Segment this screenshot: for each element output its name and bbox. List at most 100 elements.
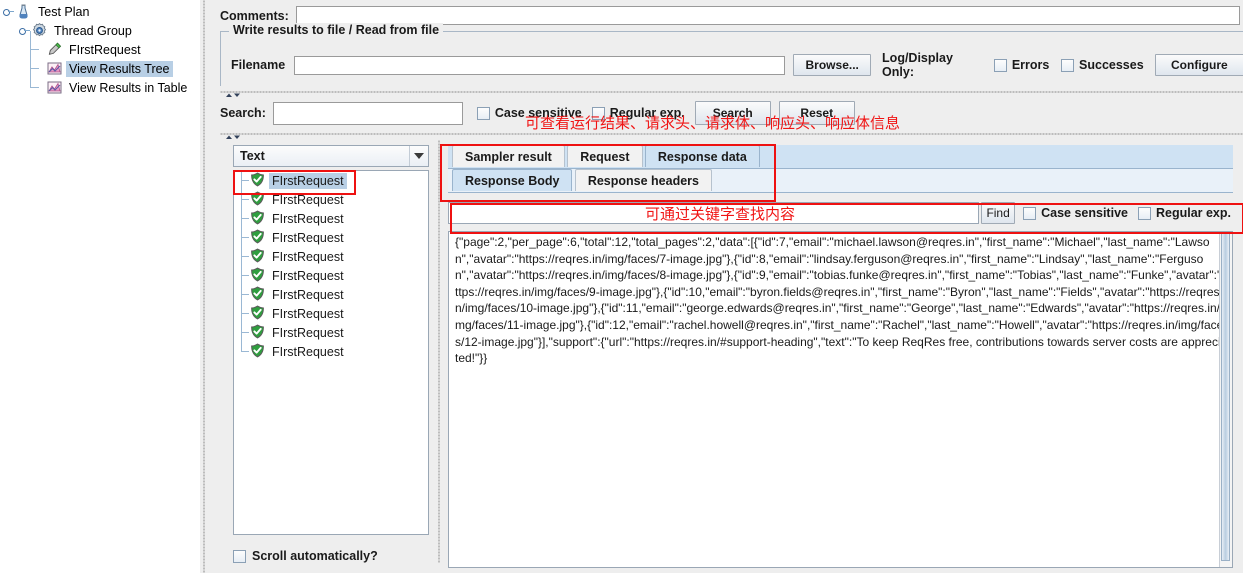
response-body-text: {"page":2,"per_page":6,"total":12,"total…: [455, 235, 1228, 366]
vertical-splitter[interactable]: [200, 0, 208, 573]
configure-button[interactable]: Configure: [1154, 54, 1243, 76]
tree-connector: [238, 333, 250, 361]
search-label: Search:: [220, 106, 266, 120]
search-row: Search: Case sensitive Regular exp. Sear…: [220, 99, 1243, 127]
result-list-item-label: FIrstRequest: [272, 230, 344, 245]
result-list-item[interactable]: FIrstRequest: [234, 276, 428, 304]
result-list-item-label: FIrstRequest: [272, 325, 344, 340]
search-case-sensitive-checkbox[interactable]: [476, 106, 490, 120]
filename-input[interactable]: [294, 55, 786, 75]
result-list-item[interactable]: FIrstRequest: [234, 257, 428, 285]
result-list-item[interactable]: FIrstRequest: [234, 219, 428, 247]
browse-button[interactable]: Browse...: [793, 54, 872, 76]
reset-button[interactable]: Reset: [778, 101, 855, 125]
success-shield-icon: [250, 210, 265, 227]
result-list-item[interactable]: FIrstRequest: [234, 181, 428, 209]
tree-connector: [238, 219, 250, 247]
tree-node-label: Test Plan: [38, 4, 90, 19]
comments-label: Comments:: [220, 8, 289, 23]
search-input[interactable]: [272, 101, 463, 125]
search-button[interactable]: Search: [694, 101, 771, 125]
tree-connector: [238, 314, 250, 342]
success-shield-icon: [250, 343, 265, 360]
find-case-sensitive-label: Case sensitive: [1041, 206, 1128, 220]
render-selector-combo[interactable]: Text: [233, 145, 429, 167]
response-scrollbar-thumb[interactable]: [1221, 233, 1230, 562]
result-list-item-label: FIrstRequest: [272, 211, 344, 226]
render-selector-value: Text: [240, 149, 265, 163]
search-regular-exp-checkbox[interactable]: [591, 106, 605, 120]
result-list-item[interactable]: FIrstRequest: [234, 295, 428, 323]
tree-node-test-plan[interactable]: Test Plan: [0, 2, 200, 21]
listener-chart-icon: [46, 79, 63, 96]
tree-connector: [238, 181, 250, 209]
test-plan-icon: [15, 3, 32, 20]
results-vertical-splitter[interactable]: [435, 140, 443, 563]
result-list-item-label: FIrstRequest: [272, 249, 344, 264]
scroll-automatically-row: Scroll automatically?: [233, 549, 378, 563]
tab-response-data[interactable]: Response data: [644, 145, 760, 167]
results-list-panel: Text FIrstRequest FIrstRequest FIrstReques…: [233, 145, 433, 568]
success-shield-icon: [250, 286, 265, 303]
result-list-item[interactable]: FIrstRequest: [234, 314, 428, 342]
write-results-legend: Write results to file / Read from file: [229, 23, 444, 37]
success-shield-icon: [250, 172, 265, 189]
results-list[interactable]: FIrstRequest FIrstRequest FIrstRequest FIrs…: [233, 170, 429, 535]
success-shield-icon: [250, 324, 265, 341]
find-input[interactable]: [448, 202, 980, 224]
result-list-item-label: FIrstRequest: [272, 306, 344, 321]
write-results-group: Write results to file / Read from file F…: [220, 23, 1243, 86]
find-regular-exp-checkbox[interactable]: [1137, 206, 1151, 220]
response-body-textarea[interactable]: {"page":2,"per_page":6,"total":12,"total…: [448, 231, 1233, 568]
tree-node-label: Thread Group: [54, 23, 132, 38]
response-main-tabs: Sampler result Request Response data: [448, 145, 1233, 169]
horizontal-splitter-search[interactable]: [220, 130, 1243, 139]
find-button[interactable]: Find: [981, 202, 1016, 224]
successes-label: Successes: [1079, 58, 1144, 72]
find-case-sensitive-checkbox[interactable]: [1023, 206, 1037, 220]
success-shield-icon: [250, 267, 265, 284]
tree-connector: [238, 295, 250, 323]
listener-chart-icon: [46, 60, 63, 77]
find-bar: Find Case sensitive Regular exp.: [448, 201, 1233, 225]
result-list-item-label: FIrstRequest: [272, 268, 344, 283]
errors-label: Errors: [1011, 58, 1050, 72]
tree-connector: [238, 171, 250, 190]
result-list-item-label: FIrstRequest: [269, 172, 347, 189]
result-list-item[interactable]: FIrstRequest: [234, 171, 428, 190]
scroll-automatically-checkbox[interactable]: [233, 549, 246, 563]
tab-response-body[interactable]: Response Body: [452, 169, 573, 191]
log-display-only-label: Log/Display Only:: [882, 51, 953, 79]
tree-connector: [238, 276, 250, 304]
result-list-item[interactable]: FIrstRequest: [234, 200, 428, 228]
tree-node-view-results-in-table[interactable]: View Results in Table: [0, 69, 200, 97]
tree-node-label: View Results in Table: [69, 80, 188, 95]
tab-sampler-result[interactable]: Sampler result: [452, 145, 565, 167]
result-list-item[interactable]: FIrstRequest: [234, 333, 428, 361]
result-list-item[interactable]: FIrstRequest: [234, 238, 428, 266]
response-viewer-panel: Sampler result Request Response data Res…: [448, 145, 1233, 568]
result-list-item-label: FIrstRequest: [272, 344, 344, 359]
tree-node-label: View Results Tree: [66, 60, 173, 77]
result-list-item-label: FIrstRequest: [272, 192, 344, 207]
tree-expand-handle[interactable]: [2, 5, 15, 18]
top-config-section: Comments: Write results to file / Read f…: [220, 0, 1243, 92]
listener-config-panel: Comments: Write results to file / Read f…: [208, 0, 1243, 573]
result-list-item-label: FIrstRequest: [272, 287, 344, 302]
filename-label: Filename: [231, 58, 286, 72]
successes-checkbox[interactable]: [1061, 58, 1075, 72]
test-plan-tree: Test Plan Thread Group FIrstRequest View…: [0, 0, 200, 573]
thread-group-gear-icon: [31, 22, 48, 39]
tab-request[interactable]: Request: [567, 145, 643, 167]
tree-connector: [238, 200, 250, 228]
horizontal-splitter-top[interactable]: [220, 88, 1243, 97]
tab-response-headers[interactable]: Response headers: [574, 169, 712, 191]
response-scrollbar[interactable]: [1219, 232, 1232, 567]
errors-checkbox[interactable]: [994, 58, 1007, 72]
success-shield-icon: [250, 191, 265, 208]
tree-connector: [238, 238, 250, 266]
chevron-down-icon[interactable]: [409, 146, 428, 166]
jmeter-view-results-tree-window: Test Plan Thread Group FIrstRequest View…: [0, 0, 1243, 573]
search-case-sensitive-label: Case sensitive: [494, 106, 582, 120]
find-regular-exp-label: Regular exp.: [1155, 206, 1231, 220]
